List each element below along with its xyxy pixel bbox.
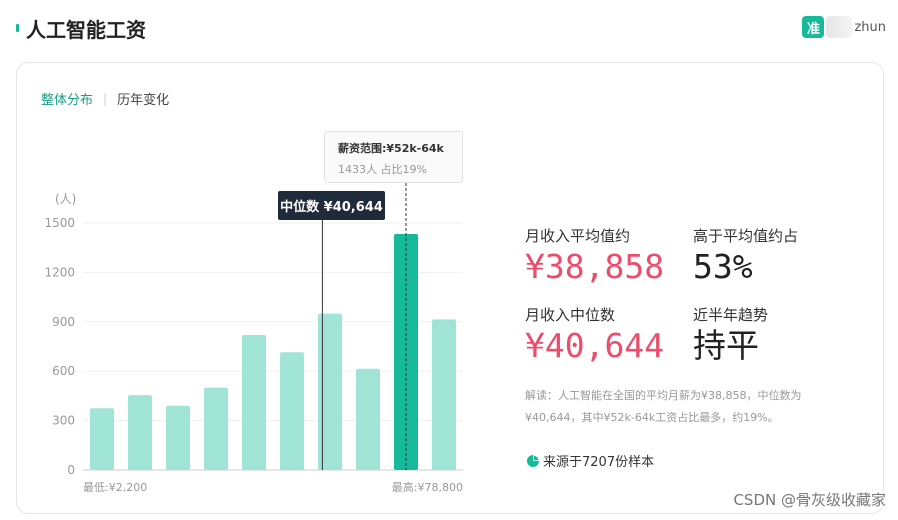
y-tick-label-1500: 1500	[44, 216, 75, 230]
brand[interactable]: 准 zhun	[802, 16, 886, 38]
bar-3	[204, 387, 228, 470]
y-tick-label-300: 300	[52, 414, 75, 428]
stat-median-value: ¥40,644	[525, 326, 665, 365]
bar-5	[280, 352, 304, 470]
sample-source-text: 来源于7207份样本	[543, 455, 655, 470]
median-tag: 中位数 ¥40,644	[278, 191, 385, 220]
bar-1	[128, 395, 152, 470]
interpretation-note: 解读：人工智能在全国的平均月薪为¥38,858，中位数为¥40,644，其中¥5…	[525, 389, 802, 424]
stat-median: 月收入中位数 ¥40,644	[525, 304, 664, 365]
stat-trend-value: 持平	[693, 326, 759, 365]
stat-trend: 近半年趋势 持平	[693, 304, 768, 365]
bar-6	[318, 313, 342, 470]
tooltip-title: 薪资范围:¥52k-64k	[338, 142, 444, 155]
header: 人工智能工资 准 zhun	[0, 0, 898, 56]
title-accent-bar	[16, 24, 19, 32]
stat-average-label: 月收入平均值约	[525, 227, 631, 245]
y-tick-label-900: 900	[52, 315, 75, 329]
salary-distribution-chart: (人) 0 300 600 900 1200 1500 最低:¥2,200 最高:¥78,800	[44, 183, 463, 494]
y-axis-label: (人)	[55, 192, 76, 206]
bar-0	[90, 408, 114, 470]
brand-text: zhun	[854, 19, 886, 35]
stat-trend-label: 近半年趋势	[693, 306, 769, 324]
watermark: CSDN @骨灰级收藏家	[733, 491, 886, 509]
stat-above-value: 53%	[693, 247, 753, 286]
y-tick-label-600: 600	[52, 364, 75, 378]
page-title: 人工智能工资	[26, 18, 146, 42]
y-tick-label-0: 0	[67, 463, 75, 477]
brand-blurred-name	[826, 16, 853, 38]
x-max-label: 最高:¥78,800	[392, 480, 463, 494]
stat-above-label: 高于平均值约占	[693, 227, 799, 245]
pie-chart-icon	[527, 454, 539, 467]
brand-logo-icon: 准	[802, 16, 825, 38]
chart-tooltip: 薪资范围:¥52k-64k 1433人 占比19%	[324, 131, 463, 183]
bar-9	[432, 319, 456, 470]
stat-median-label: 月收入中位数	[525, 306, 616, 324]
x-min-label: 最低:¥2,200	[83, 481, 147, 494]
bar-7	[356, 368, 380, 470]
salary-card: 整体分布 | 历年变化 (人) 0 300 600 900 1200 1500 最低:¥2,2…	[16, 62, 884, 514]
stat-above-average: 高于平均值约占 53%	[693, 225, 798, 286]
stat-average-value: ¥38,858	[525, 247, 665, 286]
bar-2	[166, 405, 190, 470]
tooltip-subtitle: 1433人 占比19%	[338, 163, 427, 176]
y-tick-label-1200: 1200	[44, 265, 75, 279]
bar-4	[242, 334, 266, 470]
sample-source: 来源于7207份样本	[527, 451, 654, 470]
stat-average: 月收入平均值约 ¥38,858	[525, 225, 664, 286]
